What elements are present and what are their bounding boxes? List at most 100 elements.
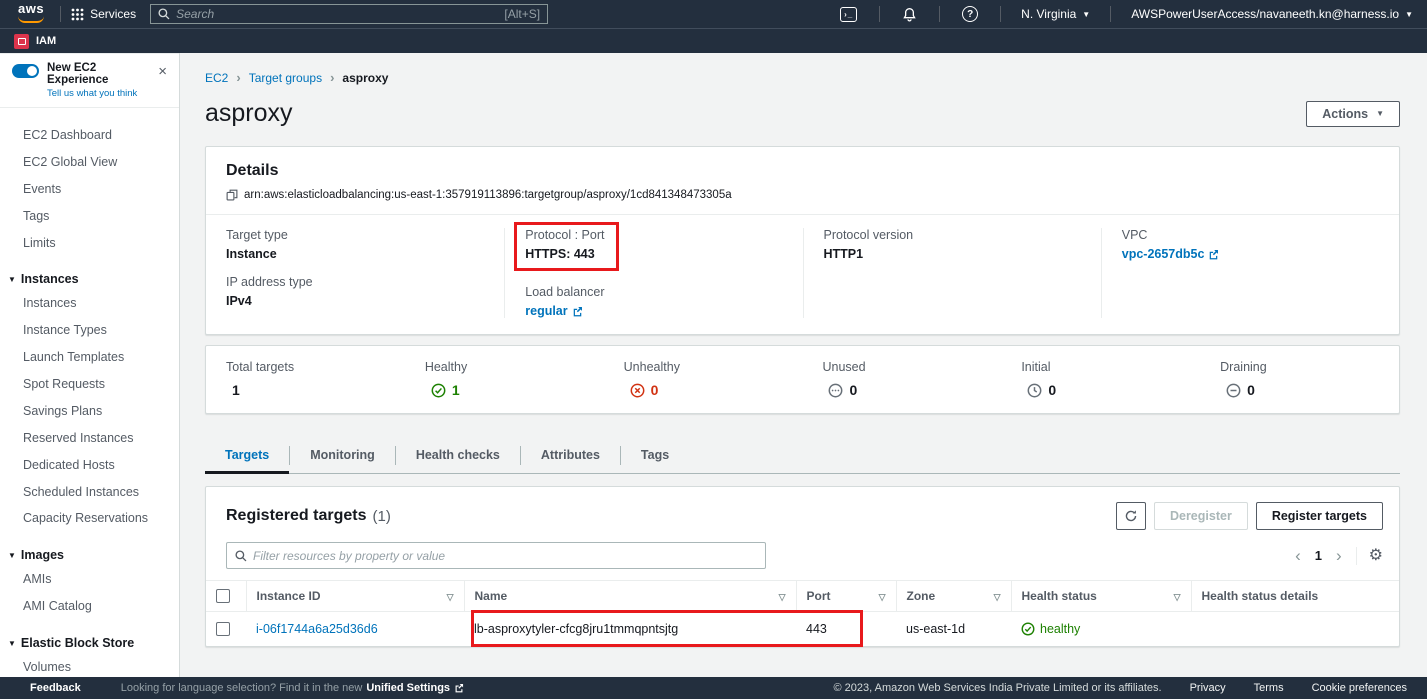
sidebar-item-ec2-global-view[interactable]: EC2 Global View	[0, 149, 179, 176]
deregister-button[interactable]: Deregister	[1154, 502, 1248, 530]
sort-icon[interactable]: ▽	[1174, 592, 1181, 603]
draining-value: 0	[1247, 382, 1255, 398]
search-icon	[235, 550, 247, 562]
sort-icon[interactable]: ▽	[994, 592, 1001, 603]
vpc-link[interactable]: vpc-2657db5c	[1122, 247, 1220, 261]
breadcrumb-target-groups[interactable]: Target groups	[249, 71, 322, 85]
tab-monitoring[interactable]: Monitoring	[290, 438, 395, 473]
sidebar-item-limits[interactable]: Limits	[0, 230, 179, 257]
chevron-down-icon: ▼	[1405, 10, 1413, 19]
tab-attributes[interactable]: Attributes	[521, 438, 620, 473]
column-header-health-status-details[interactable]: Health status details	[1191, 581, 1399, 612]
sidebar-item-instance-types[interactable]: Instance Types	[0, 317, 179, 344]
sidebar-section-instances[interactable]: ▼ Instances	[0, 268, 179, 290]
total-targets-value: 1	[232, 382, 240, 398]
services-menu[interactable]: Services	[71, 7, 136, 21]
sidebar-item-scheduled-instances[interactable]: Scheduled Instances	[0, 479, 179, 506]
privacy-link[interactable]: Privacy	[1190, 682, 1226, 694]
column-header-port[interactable]: Port▽	[796, 581, 896, 612]
search-input[interactable]	[176, 7, 498, 21]
row-checkbox[interactable]	[216, 622, 230, 636]
actions-label: Actions	[1322, 107, 1368, 121]
instance-id-link[interactable]: i-06f1744a6a25d36d6	[256, 622, 378, 636]
actions-button[interactable]: Actions ▼	[1306, 101, 1400, 127]
unified-settings-link[interactable]: Unified Settings	[366, 682, 450, 694]
breadcrumb: EC2 › Target groups › asproxy	[205, 70, 1400, 85]
ip-address-type-value: IPv4	[226, 294, 490, 308]
help-button[interactable]: ?	[950, 6, 990, 22]
sort-icon[interactable]: ▽	[879, 592, 886, 603]
favorite-iam[interactable]: IAM	[14, 34, 56, 49]
global-search[interactable]: [Alt+S]	[150, 4, 548, 24]
column-label: Instance ID	[257, 589, 321, 603]
filter-input-wrapper	[226, 542, 766, 569]
load-balancer-label: Load balancer	[525, 285, 788, 299]
account-label: AWSPowerUserAccess/navaneeth.kn@harness.…	[1131, 7, 1399, 21]
initial-value: 0	[1048, 382, 1056, 398]
page-number[interactable]: 1	[1315, 548, 1322, 563]
account-menu[interactable]: AWSPowerUserAccess/navaneeth.kn@harness.…	[1121, 7, 1417, 21]
notifications-button[interactable]	[890, 7, 929, 22]
previous-page-icon[interactable]: ‹	[1293, 547, 1303, 564]
filter-input[interactable]	[253, 549, 757, 563]
sidebar-item-ec2-dashboard[interactable]: EC2 Dashboard	[0, 122, 179, 149]
sidebar-item-volumes[interactable]: Volumes	[0, 654, 179, 677]
chevron-right-icon: ›	[330, 70, 334, 85]
select-all-checkbox[interactable]	[216, 589, 230, 603]
sidebar-item-spot-requests[interactable]: Spot Requests	[0, 371, 179, 398]
sidebar-item-reserved-instances[interactable]: Reserved Instances	[0, 425, 179, 452]
load-balancer-link[interactable]: regular	[525, 304, 582, 318]
sidebar-item-events[interactable]: Events	[0, 176, 179, 203]
sidebar-item-amis[interactable]: AMIs	[0, 566, 179, 593]
sidebar-item-launch-templates[interactable]: Launch Templates	[0, 344, 179, 371]
target-name-cell: lb-asproxytyler-cfcg8jru1tmmqpntsjtg	[464, 612, 796, 646]
sidebar-item-dedicated-hosts[interactable]: Dedicated Hosts	[0, 452, 179, 479]
breadcrumb-ec2[interactable]: EC2	[205, 71, 228, 85]
next-page-icon[interactable]: ›	[1334, 547, 1344, 564]
breadcrumb-current: asproxy	[342, 71, 388, 85]
column-header-health-status[interactable]: Health status▽	[1011, 581, 1191, 612]
sidebar-item-savings-plans[interactable]: Savings Plans	[0, 398, 179, 425]
new-experience-feedback-link[interactable]: Tell us what you think	[47, 88, 148, 99]
cloudshell-button[interactable]: ›_	[828, 7, 869, 22]
protocol-version-label: Protocol version	[824, 228, 1087, 242]
column-label: Health status details	[1202, 589, 1319, 603]
column-header-zone[interactable]: Zone▽	[896, 581, 1011, 612]
sidebar-item-tags[interactable]: Tags	[0, 203, 179, 230]
aws-logo[interactable]: aws	[12, 2, 50, 23]
healthy-value: 1	[452, 382, 460, 398]
new-experience-toggle[interactable]	[12, 64, 39, 78]
tab-health-checks[interactable]: Health checks	[396, 438, 520, 473]
registered-targets-count: (1)	[373, 508, 391, 525]
column-header-name[interactable]: Name▽	[464, 581, 796, 612]
unused-value: 0	[849, 382, 857, 398]
gear-icon[interactable]: ⚙	[1369, 548, 1383, 564]
close-icon[interactable]: ×	[156, 62, 169, 81]
copy-icon[interactable]	[226, 189, 238, 201]
health-status-badge: healthy	[1040, 622, 1080, 636]
draining-label: Draining	[1220, 360, 1399, 374]
region-selector[interactable]: N. Virginia ▼	[1011, 7, 1100, 21]
sort-icon[interactable]: ▽	[779, 592, 786, 603]
terms-link[interactable]: Terms	[1254, 682, 1284, 694]
bell-icon	[902, 7, 917, 22]
registered-targets-title: Registered targets	[226, 507, 367, 525]
refresh-button[interactable]	[1116, 502, 1146, 530]
sidebar-section-images[interactable]: ▼ Images	[0, 544, 179, 566]
sort-icon[interactable]: ▽	[447, 592, 454, 603]
column-header-instance-id[interactable]: Instance ID ▽	[246, 581, 464, 612]
tab-targets[interactable]: Targets	[205, 438, 289, 473]
sidebar-item-ami-catalog[interactable]: AMI Catalog	[0, 593, 179, 620]
target-type-label: Target type	[226, 228, 490, 242]
tab-tags[interactable]: Tags	[621, 438, 689, 473]
sidebar-item-capacity-reservations[interactable]: Capacity Reservations	[0, 505, 179, 532]
sidebar-item-instances[interactable]: Instances	[0, 290, 179, 317]
vpc-value: vpc-2657db5c	[1122, 247, 1205, 261]
cookie-preferences-link[interactable]: Cookie preferences	[1312, 682, 1407, 694]
unhealthy-value: 0	[651, 382, 659, 398]
register-targets-button[interactable]: Register targets	[1256, 502, 1383, 530]
registered-targets-panel: Registered targets (1) Deregister Regist…	[205, 486, 1400, 647]
feedback-button[interactable]: Feedback	[30, 682, 81, 694]
sidebar-section-elastic-block-store[interactable]: ▼ Elastic Block Store	[0, 632, 179, 654]
chevron-down-icon: ▼	[1082, 10, 1090, 19]
